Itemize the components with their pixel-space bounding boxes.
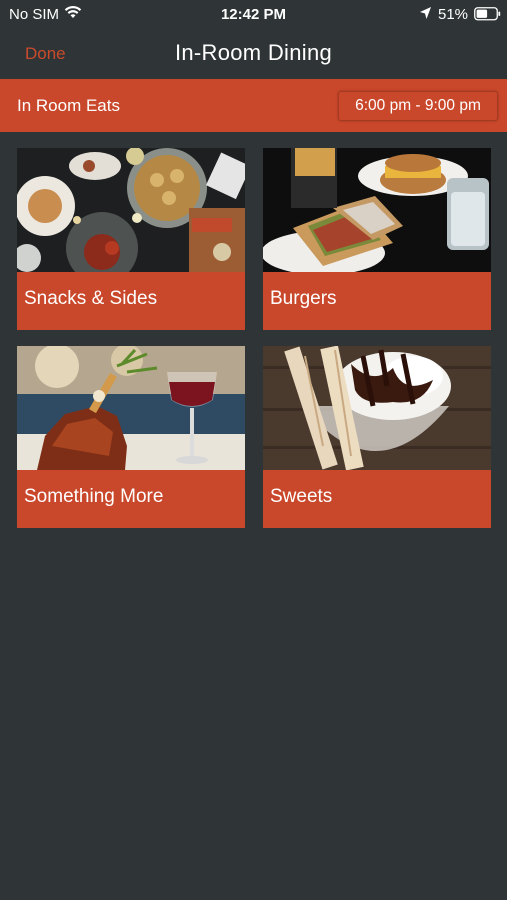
section-header: In Room Eats 6:00 pm - 9:00 pm [0,79,507,132]
battery-icon [474,7,501,26]
category-tile-sweets[interactable]: Sweets [263,346,491,528]
something-more-photo [17,346,245,470]
location-arrow-icon [419,6,432,25]
burgers-photo [263,148,491,272]
hours-badge: 6:00 pm - 9:00 pm [338,91,498,121]
category-tile-snacks-sides[interactable]: Snacks & Sides [17,148,245,330]
category-label: Burgers [270,288,337,309]
battery-percent: 51% [438,6,469,23]
category-label: Sweets [270,486,333,507]
category-tile-something-more[interactable]: Something More [17,346,245,528]
category-label: Snacks & Sides [24,288,158,309]
page-title: In-Room Dining [174,40,333,65]
snacks-sides-photo [17,148,245,272]
status-bar: No SIM 12:42 PM 51% [0,0,507,30]
sweets-photo [263,346,491,470]
section-title: In Room Eats [17,96,120,115]
category-label: Something More [24,486,164,507]
navigation-bar: Done In-Room Dining [0,30,507,78]
category-tile-burgers[interactable]: Burgers [263,148,491,330]
